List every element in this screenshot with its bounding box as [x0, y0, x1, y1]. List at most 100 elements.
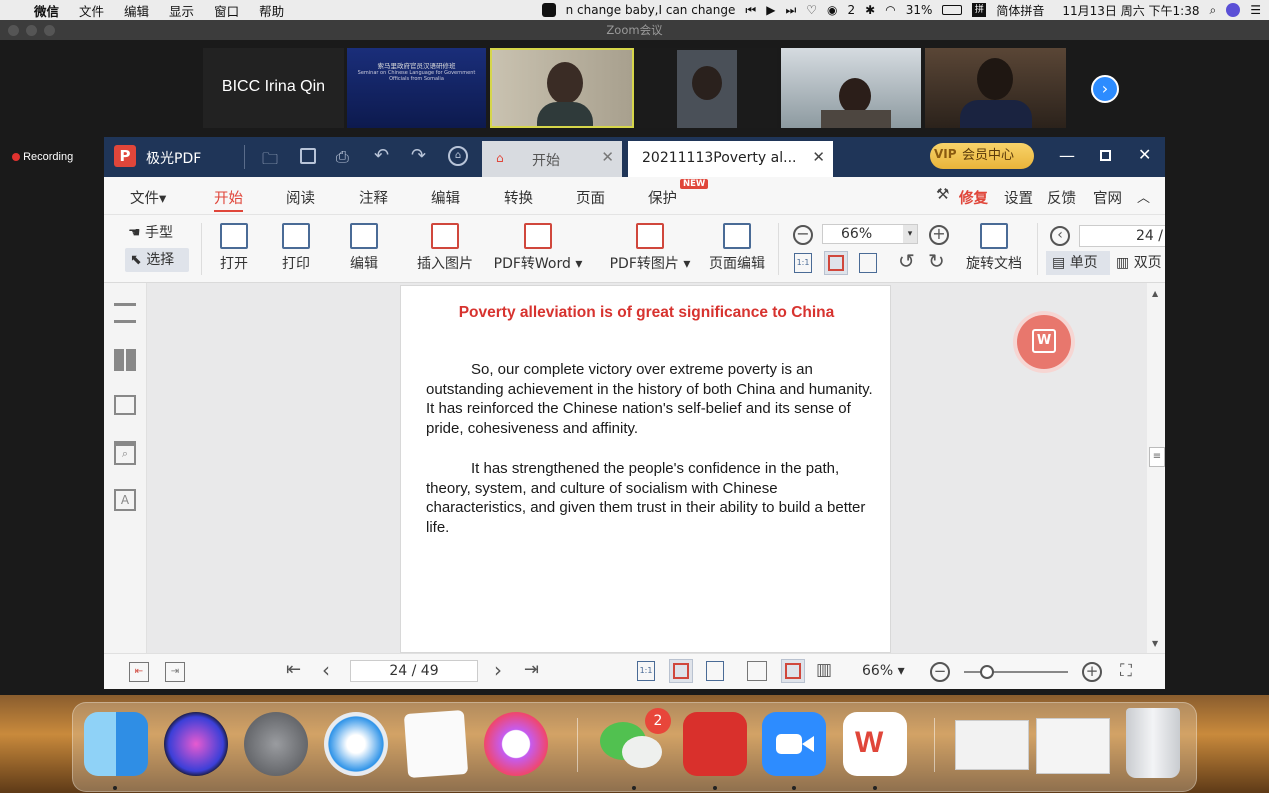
tab-edit[interactable]: 编辑 [431, 187, 460, 208]
zoom-in-icon[interactable]: + [929, 225, 949, 245]
actual-size-icon[interactable]: 1:1 [794, 253, 812, 273]
next-track-icon[interactable]: ⏭ [785, 3, 796, 18]
last-panel-icon[interactable]: ⇥ [165, 662, 185, 682]
close-window-button[interactable] [8, 25, 19, 36]
menu-edit[interactable]: 编辑 [124, 1, 149, 20]
reminders-icon[interactable] [403, 709, 469, 779]
trash-icon[interactable] [1126, 708, 1180, 778]
close-tab-icon[interactable]: ✕ [812, 148, 825, 166]
menu-view[interactable]: 显示 [169, 1, 194, 20]
finder-icon[interactable] [84, 712, 148, 776]
pdf-to-image-button[interactable]: PDF转图片 ▾ [604, 223, 696, 273]
open-button[interactable]: 打开 [214, 223, 254, 273]
tab-start[interactable]: ⌂ 开始 ✕ [482, 141, 622, 177]
fit-page-button[interactable] [824, 251, 848, 275]
page-number-input[interactable]: 24 / [1079, 225, 1165, 247]
clock[interactable]: 11月13日 周六 下午1:38 [1062, 2, 1199, 19]
search-icon[interactable]: ⌕ [114, 441, 136, 465]
hand-tool-button[interactable]: ☚ 手型 [128, 222, 173, 242]
page-edit-button[interactable]: 页面编辑 [706, 223, 768, 273]
select-tool-button[interactable]: ⬉ 选择 [125, 248, 189, 272]
vertical-scrollbar[interactable]: ▲ ≡ ▼ [1147, 283, 1165, 653]
play-icon[interactable]: ▶ [766, 3, 775, 17]
continuous-page-icon[interactable] [747, 661, 767, 681]
signature-icon[interactable]: A [114, 489, 136, 511]
print-button[interactable]: 打印 [276, 223, 316, 273]
scrollbar-thumb[interactable]: ≡ [1149, 447, 1165, 467]
close-icon[interactable]: ✕ [1138, 145, 1151, 164]
spotlight-icon[interactable]: ⌕ [1210, 3, 1217, 18]
minimize-icon[interactable]: — [1059, 146, 1075, 165]
print-icon[interactable]: ⎙ [336, 147, 349, 167]
menu-file[interactable]: 文件 [79, 1, 104, 20]
minimized-window-wechat[interactable] [1036, 718, 1110, 774]
zoom-select[interactable]: 66% ▾ [822, 224, 918, 244]
tab-convert[interactable]: 转换 [504, 187, 533, 208]
menu-help[interactable]: 帮助 [259, 1, 284, 20]
vip-center-button[interactable]: VIP 会员中心 [930, 143, 1034, 169]
rotate-right-icon[interactable]: ↻ [928, 249, 945, 273]
participant-tile-name[interactable]: BICC Irina Qin [203, 48, 344, 128]
settings-button[interactable]: 设置 [1004, 187, 1033, 208]
website-button[interactable]: 官网 [1093, 187, 1122, 208]
tab-read[interactable]: 阅读 [286, 187, 315, 208]
scroll-up-arrow-icon[interactable]: ▲ [1152, 289, 1158, 298]
tab-start[interactable]: 开始 [214, 187, 243, 212]
menu-file[interactable]: 文件▾ [130, 187, 166, 208]
maximize-icon[interactable] [1100, 150, 1111, 161]
participant-tile-4[interactable] [781, 48, 921, 128]
first-panel-icon[interactable]: ⇤ [129, 662, 149, 682]
wifi-icon[interactable]: ◠ [885, 3, 895, 17]
zoom-out-icon[interactable]: − [930, 662, 950, 682]
single-page-view-button[interactable] [781, 659, 805, 683]
feedback-button[interactable]: 反馈 [1047, 187, 1076, 208]
previous-page-icon[interactable]: ‹ [1050, 226, 1070, 246]
zoom-window-button[interactable] [44, 25, 55, 36]
collapse-ribbon-icon[interactable]: ︿ [1137, 187, 1150, 206]
safari-icon[interactable] [324, 712, 388, 776]
page-indicator[interactable]: 24 / 49 [350, 660, 478, 682]
edit-button[interactable]: 编辑 [344, 223, 384, 273]
rotate-left-icon[interactable]: ↺ [898, 249, 915, 273]
wps-icon[interactable]: W [843, 712, 907, 776]
fit-page-button[interactable] [669, 659, 693, 683]
input-method-icon[interactable]: 拼 [972, 3, 987, 17]
battery-icon[interactable] [942, 5, 963, 15]
double-page-view-icon[interactable]: ▥ [816, 660, 832, 680]
next-gallery-page-button[interactable]: › [1091, 75, 1119, 103]
menu-window[interactable]: 窗口 [214, 1, 239, 20]
undo-icon[interactable]: ↶ [374, 145, 389, 166]
annotations-icon[interactable] [114, 395, 136, 415]
outline-icon[interactable] [114, 303, 136, 323]
netease-music-icon[interactable] [683, 712, 747, 776]
prev-page-icon[interactable]: ‹ [322, 658, 330, 682]
now-playing-text[interactable]: n change baby,I can change [566, 3, 736, 17]
pdf-to-word-button[interactable]: PDF转Word ▾ [490, 223, 586, 273]
participant-tile-5[interactable] [925, 48, 1066, 128]
rotate-document-button[interactable]: 旋转文档 [962, 223, 1026, 273]
tab-protect[interactable]: 保护 [648, 187, 677, 208]
pdf-to-word-float-button[interactable]: W [1017, 315, 1071, 369]
insert-image-button[interactable]: 插入图片 [410, 223, 480, 273]
participant-tile-slide[interactable]: 索马里政府官员汉语研修班 Seminar on Chinese Language… [347, 48, 486, 128]
close-tab-icon[interactable]: ✕ [601, 148, 614, 166]
zoom-icon[interactable] [762, 712, 826, 776]
last-page-icon[interactable]: ⇥ [524, 659, 539, 680]
repair-button[interactable]: 修复 [959, 187, 988, 208]
thumbnails-icon[interactable] [114, 349, 136, 371]
tab-page[interactable]: 页面 [576, 187, 605, 208]
tab-document[interactable]: 20211113Poverty al... ✕ [628, 141, 833, 177]
input-method-label[interactable]: 简体拼音 [996, 2, 1044, 19]
music-icon[interactable] [484, 712, 548, 776]
fullscreen-icon[interactable]: ⛶ [1120, 661, 1132, 681]
scroll-down-arrow-icon[interactable]: ▼ [1152, 639, 1158, 648]
participant-tile-3[interactable] [637, 48, 777, 128]
minimize-window-button[interactable] [26, 25, 37, 36]
wechat-tray-icon[interactable]: ◉ [827, 3, 837, 17]
actual-size-icon[interactable]: 1:1 [637, 661, 655, 681]
control-center-icon[interactable]: ☰ [1250, 3, 1261, 17]
save-icon[interactable] [300, 148, 316, 164]
first-page-icon[interactable]: ⇤ [286, 659, 301, 680]
tab-annotate[interactable]: 注释 [359, 187, 388, 208]
home-icon[interactable]: ⌂ [448, 146, 468, 166]
